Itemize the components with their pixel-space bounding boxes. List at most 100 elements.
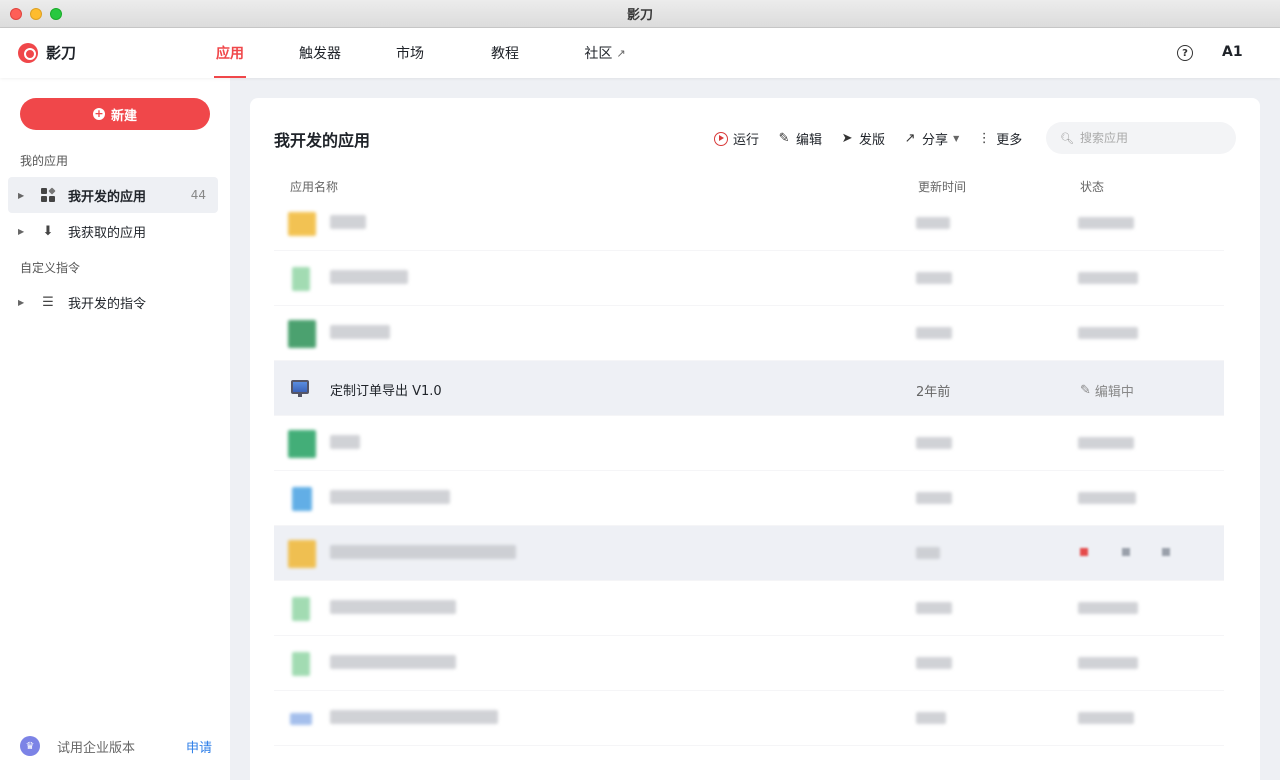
apps-panel: 我开发的应用 运行 ✎ 编辑 ➤ 发版 ↗ 分享 ▼ ⋮ 更多 🔍︎ 应用名称 … xyxy=(250,98,1260,780)
send-icon: ➤ xyxy=(841,131,853,146)
close-window-button[interactable] xyxy=(10,8,22,20)
table-row[interactable] xyxy=(274,251,1224,306)
new-button[interactable]: + 新建 xyxy=(20,98,210,130)
help-icon[interactable]: ? xyxy=(1177,45,1193,61)
caret-down-icon: ▼ xyxy=(953,134,960,143)
blurred-time xyxy=(916,657,952,669)
plus-icon: + xyxy=(92,107,105,120)
table-row[interactable] xyxy=(274,526,1224,581)
app-updated-time: 2年前 xyxy=(916,385,951,400)
window-titlebar: 影刀 xyxy=(0,0,1280,28)
brand[interactable]: 影刀 xyxy=(18,42,76,63)
sidebar: + 新建 我的应用 ▶ 我开发的应用 44 ▶ ⬇ 我获取的应用 自定义指令 ▶… xyxy=(0,78,230,780)
traffic-lights xyxy=(10,8,62,20)
sidebar-item-my-commands[interactable]: ▶ ☰ 我开发的指令 xyxy=(8,284,218,320)
column-header-name: 应用名称 xyxy=(290,180,339,194)
app-icon xyxy=(288,320,316,348)
sidebar-item-my-developed-apps[interactable]: ▶ 我开发的应用 44 xyxy=(8,177,218,213)
blurred-status-mark xyxy=(1080,548,1088,556)
toolbar: 运行 ✎ 编辑 ➤ 发版 ↗ 分享 ▼ ⋮ 更多 xyxy=(714,129,1022,148)
column-header-status: 状态 xyxy=(1080,180,1105,194)
blurred-time xyxy=(916,602,952,614)
app-status: ✎ 编辑中 xyxy=(1080,383,1134,400)
run-button[interactable]: 运行 xyxy=(714,129,759,148)
more-vertical-icon: ⋮ xyxy=(977,131,991,146)
blurred-name xyxy=(330,490,450,504)
sidebar-item-acquired-apps[interactable]: ▶ ⬇ 我获取的应用 xyxy=(8,213,218,249)
blurred-name xyxy=(330,270,408,284)
blurred-status xyxy=(1078,657,1138,669)
blurred-time xyxy=(916,217,950,229)
blurred-status-mark xyxy=(1162,548,1170,556)
zoom-window-button[interactable] xyxy=(50,8,62,20)
user-avatar[interactable]: A1 xyxy=(1222,44,1243,60)
pencil-icon: ✎ xyxy=(1080,383,1091,398)
table-row[interactable] xyxy=(274,196,1224,251)
blurred-status xyxy=(1078,217,1134,229)
edit-button[interactable]: ✎ 编辑 xyxy=(777,129,822,148)
external-link-icon: ↗ xyxy=(616,46,626,60)
app-name: 定制订单导出 V1.0 xyxy=(330,384,442,399)
column-header-time: 更新时间 xyxy=(918,180,967,194)
publish-button[interactable]: ➤ 发版 xyxy=(840,129,885,148)
apply-link[interactable]: 申请 xyxy=(186,737,212,756)
blurred-name xyxy=(330,215,366,229)
app-icon xyxy=(292,597,310,621)
tab-tutorials[interactable]: 教程 xyxy=(460,28,550,78)
apps-table: 定制订单导出 V1.0 2年前 ✎ 编辑中 xyxy=(274,196,1224,746)
blurred-name xyxy=(330,710,498,724)
blurred-time xyxy=(916,712,946,724)
table-row[interactable] xyxy=(274,416,1224,471)
share-button[interactable]: ↗ 分享 ▼ xyxy=(903,129,960,148)
blurred-status xyxy=(1078,602,1138,614)
blurred-time xyxy=(916,327,952,339)
tab-community[interactable]: 社区 ↗ xyxy=(560,28,650,78)
blurred-status xyxy=(1078,327,1138,339)
pencil-icon: ✎ xyxy=(778,131,790,146)
table-header: 应用名称 更新时间 状态 xyxy=(274,178,1224,196)
blurred-time xyxy=(916,437,952,449)
app-icon xyxy=(290,713,312,725)
search-input[interactable] xyxy=(1079,131,1230,145)
blurred-time xyxy=(916,272,952,284)
app-icon xyxy=(292,487,312,511)
more-button[interactable]: ⋮ 更多 xyxy=(977,129,1023,148)
app-icon xyxy=(292,652,310,676)
blurred-name xyxy=(330,600,456,614)
table-row-selected[interactable]: 定制订单导出 V1.0 2年前 ✎ 编辑中 xyxy=(274,361,1224,416)
caret-right-icon[interactable]: ▶ xyxy=(18,191,30,200)
table-row[interactable] xyxy=(274,691,1224,746)
blurred-time xyxy=(916,547,940,559)
blurred-status xyxy=(1078,272,1138,284)
section-label-my-apps: 我的应用 xyxy=(20,154,69,168)
blurred-name xyxy=(330,435,360,449)
layers-icon: ☰ xyxy=(42,294,54,310)
page-title: 我开发的应用 xyxy=(274,131,371,150)
app-icon xyxy=(288,540,316,568)
search-box[interactable]: 🔍︎ xyxy=(1046,122,1236,154)
enterprise-trial: ♛ 试用企业版本 申请 xyxy=(20,736,212,756)
section-label-custom-commands: 自定义指令 xyxy=(20,261,81,275)
blurred-name xyxy=(330,325,390,339)
table-row[interactable] xyxy=(274,471,1224,526)
tab-triggers[interactable]: 触发器 xyxy=(260,28,380,78)
app-icon xyxy=(288,430,316,458)
window-title: 影刀 xyxy=(626,8,653,23)
blurred-status xyxy=(1078,712,1134,724)
table-row[interactable] xyxy=(274,581,1224,636)
table-row[interactable] xyxy=(274,306,1224,361)
app-count-badge: 44 xyxy=(190,188,206,202)
minimize-window-button[interactable] xyxy=(30,8,42,20)
caret-right-icon[interactable]: ▶ xyxy=(18,298,30,307)
blurred-status xyxy=(1078,437,1134,449)
blurred-name xyxy=(330,655,456,669)
tab-apps[interactable]: 应用 xyxy=(200,28,260,78)
table-row[interactable] xyxy=(274,636,1224,691)
monitor-icon xyxy=(291,380,309,397)
app-icon xyxy=(292,267,310,291)
tab-market[interactable]: 市场 xyxy=(380,28,440,78)
caret-right-icon[interactable]: ▶ xyxy=(18,227,30,236)
blurred-time xyxy=(916,492,952,504)
blurred-name xyxy=(330,545,516,559)
blurred-status xyxy=(1078,492,1136,504)
